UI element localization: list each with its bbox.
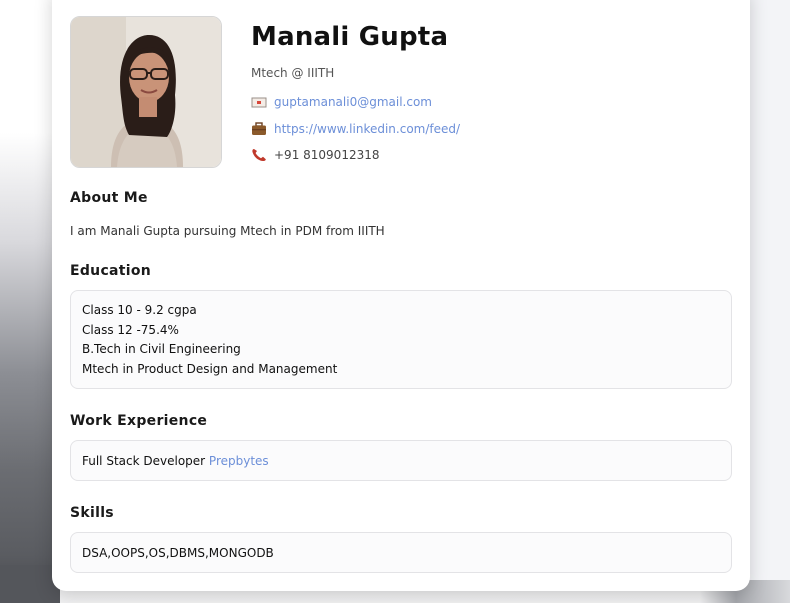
work-title: Work Experience [70,413,208,429]
work-role: Full Stack Developer [82,454,206,468]
skills-box: DSA,OOPS,OS,DBMS,MONGODB [70,532,732,573]
envelope-icon [251,95,267,109]
linkedin-link[interactable]: https://www.linkedin.com/feed/ [274,122,460,136]
education-box: Class 10 - 9.2 cgpa Class 12 -75.4% B.Te… [70,290,732,389]
profile-photo [70,16,222,168]
education-item: Class 10 - 9.2 cgpa [82,303,197,317]
briefcase-icon [251,122,267,136]
skills-text: DSA,OOPS,OS,DBMS,MONGODB [82,546,274,560]
profile-subtitle: Mtech @ IIITH [251,66,335,80]
education-item: B.Tech in Civil Engineering [82,342,241,356]
phone-number: +91 8109012318 [274,148,380,162]
linkedin-contact[interactable]: https://www.linkedin.com/feed/ [251,122,460,136]
page-background-right [750,0,790,603]
about-title: About Me [70,190,148,206]
page-background-left [0,0,60,603]
education-item: Class 12 -75.4% [82,322,179,337]
skills-title: Skills [70,505,114,521]
email-link[interactable]: guptamanali0@gmail.com [274,95,432,109]
education-item: Mtech in Product Design and Management [82,361,338,376]
profile-name: Manali Gupta [251,22,449,52]
about-text: I am Manali Gupta pursuing Mtech in PDM … [70,224,385,238]
phone-contact: +91 8109012318 [251,148,380,162]
phone-icon [251,148,267,162]
education-title: Education [70,263,152,279]
page-background-bottom-left [0,565,60,603]
work-company-link[interactable]: Prepbytes [209,454,269,468]
email-contact[interactable]: guptamanali0@gmail.com [251,95,432,109]
work-box: Full Stack Developer Prepbytes [70,440,732,481]
